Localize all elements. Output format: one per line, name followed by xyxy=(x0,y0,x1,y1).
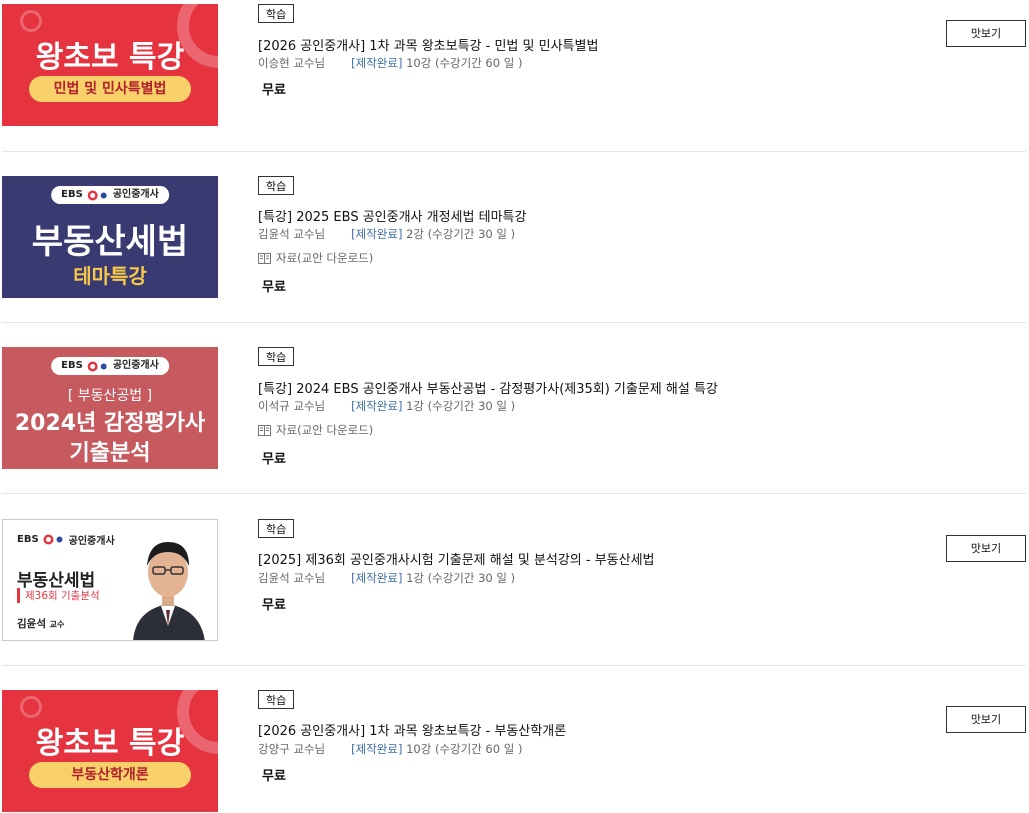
thumbnail-subtitle: 민법 및 민사특별법 xyxy=(29,76,191,102)
category-tag: 학습 xyxy=(258,4,295,23)
thumbnail-instructor: 김윤석 교수 xyxy=(17,616,64,631)
ebs-brand-subtext: 공인중개사 xyxy=(112,360,159,371)
book-icon xyxy=(258,424,271,436)
thumbnail-instructor-name: 김윤석 xyxy=(17,618,46,630)
course-title[interactable]: [2026 공인중개사] 1차 과목 왕초보특강 - 민법 및 민사특별법 xyxy=(258,35,598,54)
ebs-logo-icon xyxy=(87,190,107,200)
course-meta: 이승현 교수님 [제작완료] 10강 (수강기간 60 일 ) xyxy=(258,55,522,71)
divider xyxy=(2,151,1026,152)
status-label: [제작완료] xyxy=(351,227,403,241)
price-label: 무료 xyxy=(262,598,286,613)
thumbnail-title: 2024년 감정평가사 xyxy=(14,411,206,436)
instructor-name: 강양구 교수님 xyxy=(258,742,326,756)
thumbnail-category: [ 부동산공법 ] xyxy=(67,388,153,404)
ebs-brand-bar: EBS 공인중개사 xyxy=(51,186,169,204)
course-thumbnail[interactable]: 왕초보 특강 부동산학개론 xyxy=(2,690,218,812)
instructor-photo xyxy=(133,542,205,640)
ebs-logo-icon xyxy=(43,534,63,545)
lesson-info: 1강 (수강기간 30 일 ) xyxy=(406,399,516,413)
ebs-brand-bar: EBS 공인중개사 xyxy=(51,357,169,375)
course-thumbnail[interactable]: 왕초보 특강 민법 및 민사특별법 xyxy=(2,4,218,126)
price-label: 무료 xyxy=(262,452,286,467)
thumbnail-subtitle: 기출분석 xyxy=(69,441,151,466)
decoration-circle xyxy=(20,696,42,718)
resource-label: 자료(교안 다운로드) xyxy=(276,251,374,265)
preview-button[interactable]: 맛보기 xyxy=(946,20,1026,47)
preview-button[interactable]: 맛보기 xyxy=(946,706,1026,733)
category-tag: 학습 xyxy=(258,347,295,366)
ebs-brand-bar: EBS 공인중개사 xyxy=(17,532,115,547)
lesson-info: 1강 (수강기간 30 일 ) xyxy=(406,571,516,585)
status-label: [제작완료] xyxy=(351,399,403,413)
preview-button[interactable]: 맛보기 xyxy=(946,535,1026,562)
resource-label: 자료(교안 다운로드) xyxy=(276,423,374,437)
instructor-name: 이승현 교수님 xyxy=(258,56,326,70)
course-meta: 이석규 교수님 [제작완료] 1강 (수강기간 30 일 ) xyxy=(258,398,515,414)
ebs-brand-text: EBS xyxy=(17,534,39,545)
course-thumbnail[interactable]: EBS 공인중개사 [ 부동산공법 ] 2024년 감정평가사 기출분석 xyxy=(2,347,218,469)
course-title[interactable]: [2026 공인중개사] 1차 과목 왕초보특강 - 부동산학개론 xyxy=(258,720,566,739)
course-item: 왕초보 특강 민법 및 민사특별법 학습 [2026 공인중개사] 1차 과목 … xyxy=(0,0,1029,152)
thumbnail-title: 부동산세법 xyxy=(31,222,189,262)
lesson-info: 2강 (수강기간 30 일 ) xyxy=(406,227,516,241)
resource-download-link[interactable]: 자료(교안 다운로드) xyxy=(258,422,373,438)
course-title[interactable]: [특강] 2024 EBS 공인중개사 부동산공법 - 감정평가사(제35회) … xyxy=(258,378,718,397)
instructor-name: 김윤석 교수님 xyxy=(258,571,326,585)
status-label: [제작완료] xyxy=(351,742,403,756)
ebs-brand-text: EBS xyxy=(61,189,83,200)
category-tag: 학습 xyxy=(258,176,295,195)
thumbnail-title: 왕초보 특강 xyxy=(35,726,185,761)
course-thumbnail[interactable]: EBS 공인중개사 부동산세법 제36회 기출분석 김윤석 교수 xyxy=(2,519,218,641)
status-label: [제작완료] xyxy=(351,56,403,70)
divider xyxy=(2,665,1026,666)
course-meta: 강양구 교수님 [제작완료] 10강 (수강기간 60 일 ) xyxy=(258,741,522,757)
thumbnail-subtitle: 제36회 기출분석 xyxy=(17,588,100,603)
course-title[interactable]: [특강] 2025 EBS 공인중개사 개정세법 테마특강 xyxy=(258,206,526,225)
status-label: [제작완료] xyxy=(351,571,403,585)
instructor-name: 김윤석 교수님 xyxy=(258,227,326,241)
book-icon xyxy=(258,252,271,264)
resource-download-link[interactable]: 자료(교안 다운로드) xyxy=(258,250,373,266)
ebs-logo-icon xyxy=(87,361,107,371)
ebs-brand-subtext: 공인중개사 xyxy=(112,189,159,200)
lesson-info: 10강 (수강기간 60 일 ) xyxy=(406,56,523,70)
price-label: 무료 xyxy=(262,83,286,98)
ebs-brand-text: EBS xyxy=(61,360,83,371)
divider xyxy=(2,322,1026,323)
decoration-circle xyxy=(20,10,42,32)
thumbnail-instructor-title: 교수 xyxy=(49,620,65,629)
divider xyxy=(2,493,1026,494)
thumbnail-subtitle: 테마특강 xyxy=(73,264,147,288)
ebs-brand-subtext: 공인중개사 xyxy=(68,536,115,547)
thumbnail-subtitle: 부동산학개론 xyxy=(29,762,191,788)
category-tag: 학습 xyxy=(258,519,295,538)
instructor-name: 이석규 교수님 xyxy=(258,399,326,413)
price-label: 무료 xyxy=(262,769,286,784)
thumbnail-title: 왕초보 특강 xyxy=(35,40,185,75)
course-thumbnail[interactable]: EBS 공인중개사 부동산세법 테마특강 xyxy=(2,176,218,298)
course-title[interactable]: [2025] 제36회 공인중개사시험 기출문제 해설 및 분석강의 - 부동산… xyxy=(258,549,655,568)
lesson-info: 10강 (수강기간 60 일 ) xyxy=(406,742,523,756)
course-meta: 김윤석 교수님 [제작완료] 2강 (수강기간 30 일 ) xyxy=(258,226,515,242)
category-tag: 학습 xyxy=(258,690,295,709)
price-label: 무료 xyxy=(262,280,286,295)
course-meta: 김윤석 교수님 [제작완료] 1강 (수강기간 30 일 ) xyxy=(258,570,515,586)
